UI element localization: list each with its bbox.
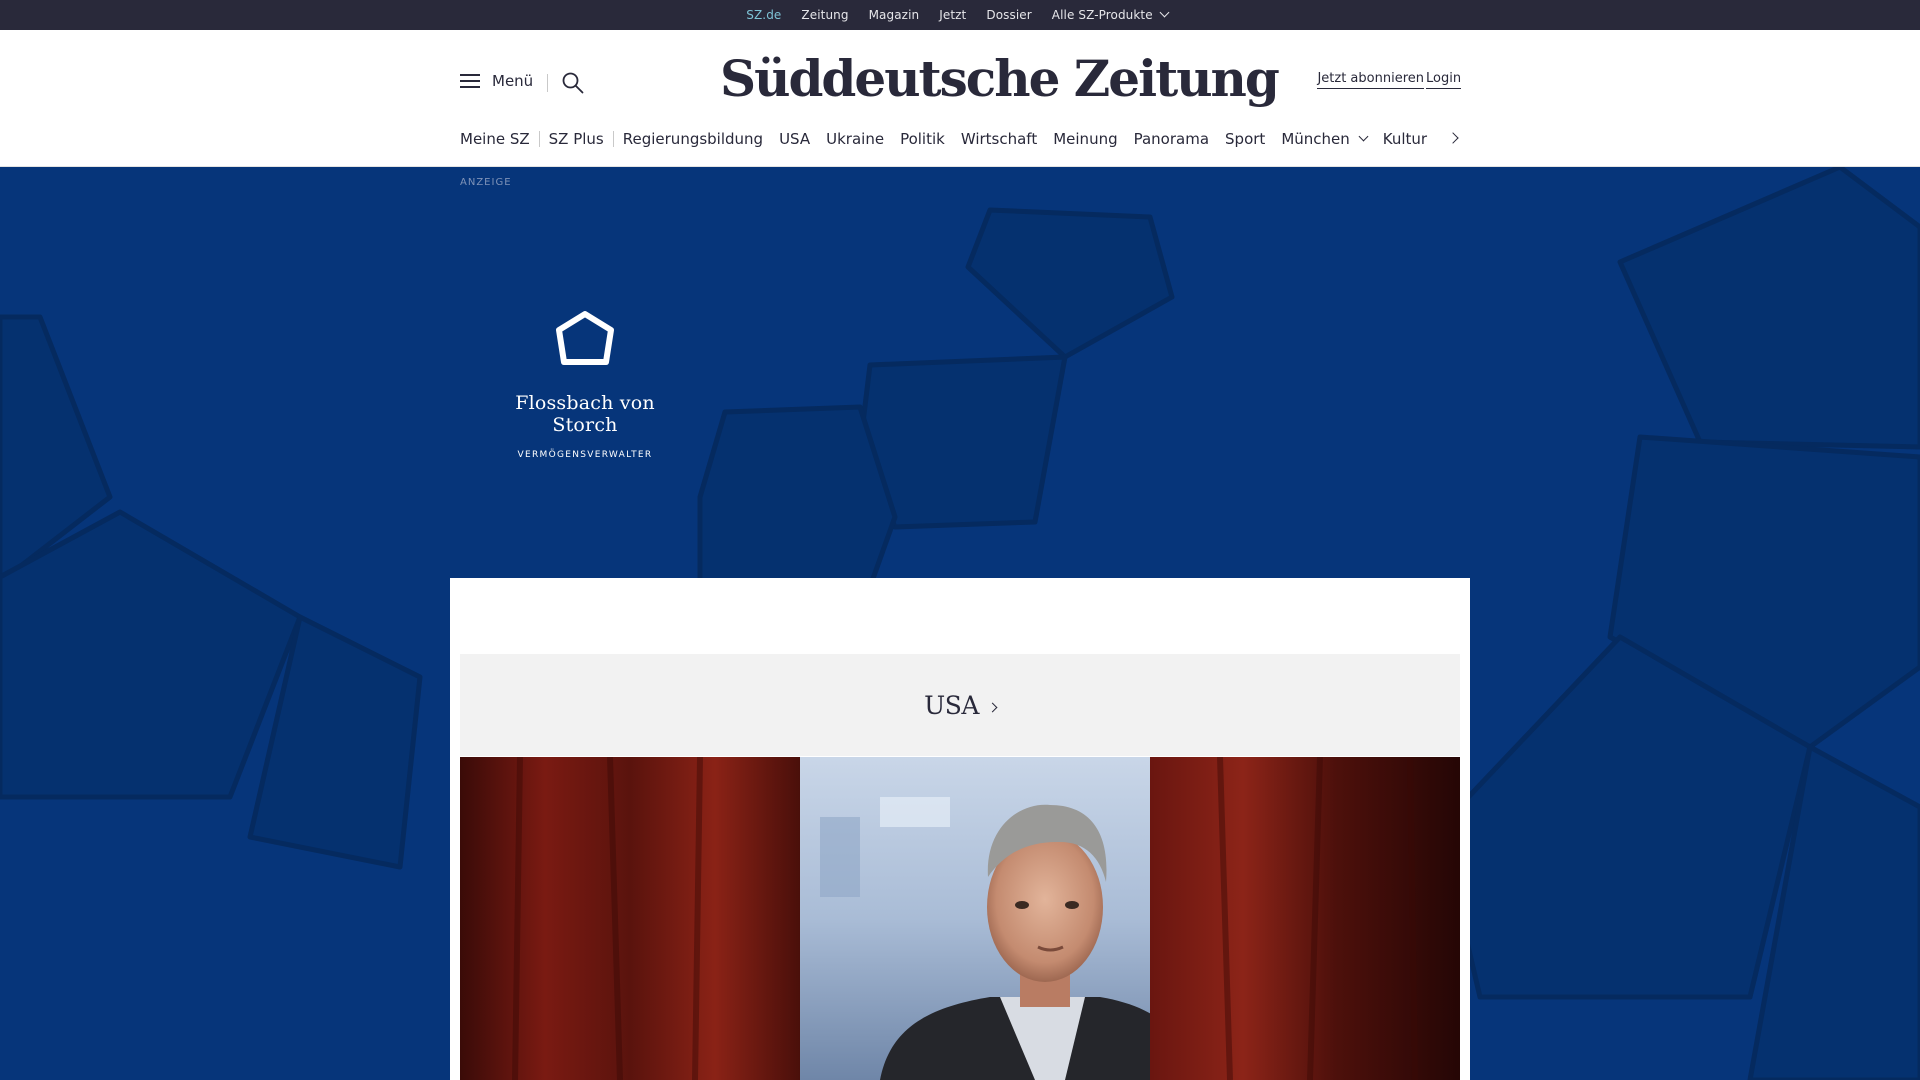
menu-label: Menü	[492, 72, 534, 90]
nav-divider	[538, 131, 540, 147]
pentagon-logo-icon	[556, 311, 614, 365]
topbar-link-zeitung[interactable]: Zeitung	[801, 8, 848, 22]
hamburger-icon	[460, 73, 480, 89]
section-header[interactable]: USA	[460, 654, 1460, 756]
nav-item-muenchen-label: München	[1281, 130, 1350, 148]
nav-item-usa[interactable]: USA	[779, 130, 810, 148]
portrait-photo	[460, 757, 1460, 1080]
advertiser-name: Flossbach von Storch	[515, 392, 655, 436]
advertiser-tagline: VERMÖGENSVERWALTER	[517, 450, 653, 460]
nav-item-wirtschaft[interactable]: Wirtschaft	[961, 130, 1037, 148]
nav-item-muenchen[interactable]: München	[1281, 130, 1369, 148]
menu-button[interactable]: Menü	[460, 72, 533, 90]
topbar-link-all-products[interactable]: Alle SZ-Produkte	[1051, 7, 1170, 22]
nav-item-sz-plus[interactable]: SZ Plus	[549, 130, 604, 148]
nav-item-meinung[interactable]: Meinung	[1053, 130, 1117, 148]
nav-item-meine-sz[interactable]: Meine SZ	[460, 130, 530, 148]
topbar-link-magazin[interactable]: Magazin	[869, 8, 920, 22]
chevron-right-icon	[987, 702, 998, 712]
main-nav: Meine SZ SZ Plus Regierungsbildung USA U…	[460, 127, 1443, 151]
nav-item-panorama[interactable]: Panorama	[1134, 130, 1209, 148]
section-title-text: USA	[924, 690, 979, 720]
nav-item-kultur[interactable]: Kultur	[1383, 130, 1427, 148]
nav-item-politik[interactable]: Politik	[900, 130, 945, 148]
section-title: USA	[924, 690, 998, 720]
divider	[547, 74, 548, 92]
site-logo[interactable]: Süddeutsche Zeitung	[720, 44, 1280, 114]
topbar-link-szde[interactable]: SZ.de	[746, 8, 781, 33]
ad-label: ANZEIGE	[460, 177, 512, 188]
site-header: Menü Süddeutsche Zeitung Jetzt abonniere…	[0, 30, 1920, 167]
nav-item-regierungsbildung[interactable]: Regierungsbildung	[623, 130, 763, 148]
chevron-down-icon	[1159, 7, 1170, 18]
nav-divider	[612, 131, 614, 147]
topbar-link-jetzt[interactable]: Jetzt	[939, 8, 966, 22]
product-bar: SZ.de Zeitung Magazin Jetzt Dossier Alle…	[0, 0, 1920, 33]
chevron-down-icon	[1358, 131, 1369, 141]
search-icon[interactable]	[561, 71, 585, 95]
advertiser-logo[interactable]: Flossbach von Storch VERMÖGENSVERWALTER	[480, 310, 690, 460]
nav-item-sport[interactable]: Sport	[1225, 130, 1265, 148]
all-products-label: Alle SZ-Produkte	[1051, 8, 1153, 22]
article-image[interactable]	[460, 757, 1460, 1080]
topbar-link-dossier[interactable]: Dossier	[986, 8, 1031, 22]
login-link[interactable]: Login	[1426, 71, 1462, 89]
content-card: USA	[450, 578, 1470, 1080]
subscribe-link[interactable]: Jetzt abonnieren	[1317, 71, 1424, 89]
chevron-right-icon[interactable]	[1449, 133, 1459, 143]
nav-item-ukraine[interactable]: Ukraine	[826, 130, 884, 148]
